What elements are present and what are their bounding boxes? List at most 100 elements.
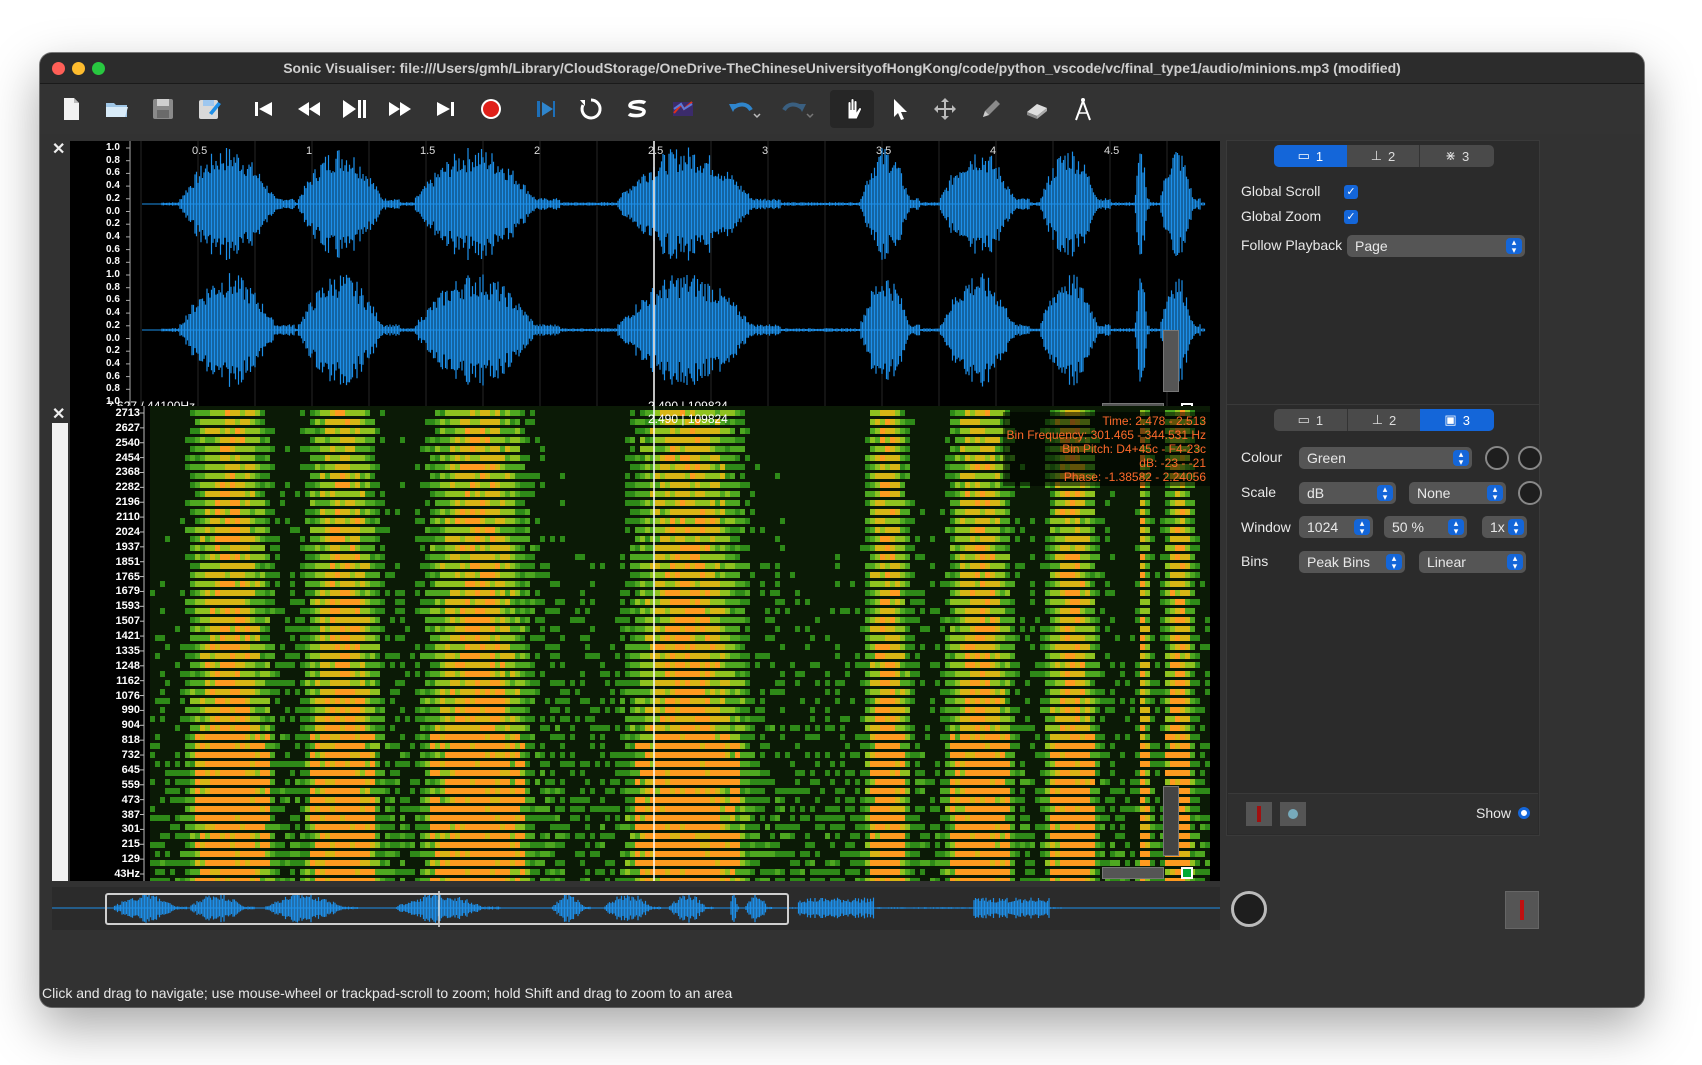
minimize-window-button[interactable] xyxy=(72,62,85,75)
ruler-tab-icon: ⊥ xyxy=(1371,412,1384,427)
tab-2[interactable]: ⊥ 2 xyxy=(1348,409,1421,431)
gain-knob[interactable] xyxy=(1518,481,1542,505)
layer-footer: Show xyxy=(1228,793,1538,834)
frequency-tick-label: 2454 xyxy=(115,451,140,464)
time-tick-label: 0.5 xyxy=(192,145,208,157)
save-button[interactable] xyxy=(144,90,182,128)
colour-rotation-knob[interactable] xyxy=(1485,446,1509,470)
play-pause-button[interactable] xyxy=(335,90,373,128)
tab-2[interactable]: ⊥ 2 xyxy=(1347,145,1421,167)
frequency-tick-label: 732 xyxy=(121,749,140,762)
rewind-button[interactable] xyxy=(290,90,328,128)
rewind-start-button[interactable] xyxy=(245,90,283,128)
waveform-vertical-zoom[interactable] xyxy=(1163,330,1179,392)
spectrogram-cursor-label: 2.490 | 109824 xyxy=(648,412,728,426)
solo-button[interactable] xyxy=(618,90,656,128)
time-tick-label: 4 xyxy=(990,145,997,157)
follow-playback-select[interactable]: Page ▴ ▾ xyxy=(1347,235,1525,257)
tab-1[interactable]: ▭ 1 xyxy=(1274,409,1348,431)
zoom-window-button[interactable] xyxy=(92,62,105,75)
time-tick-label: 3.5 xyxy=(876,145,892,157)
global-zoom-checkbox[interactable]: ✓ xyxy=(1344,210,1358,224)
close-window-button[interactable] xyxy=(52,62,65,75)
align-button[interactable] xyxy=(664,90,702,128)
move-tool-button[interactable] xyxy=(926,90,964,128)
normalization-select[interactable]: None ▴ ▾ xyxy=(1409,482,1506,504)
erase-tool-button[interactable] xyxy=(1018,90,1056,128)
amplitude-tick-label: 0.6 xyxy=(106,167,120,179)
eraser-icon xyxy=(1027,104,1047,119)
close-spectrogram-pane-button[interactable]: ✕ xyxy=(52,404,65,424)
layer-colour-icon[interactable] xyxy=(1246,802,1272,826)
wave-tab-icon: ⋇ xyxy=(1445,148,1456,163)
open-button[interactable] xyxy=(98,90,136,128)
frequency-tick-label: 1937 xyxy=(115,540,140,553)
spectrogram-horizontal-zoom[interactable] xyxy=(1102,867,1164,879)
amplitude-tick-label: 0.6 xyxy=(106,243,120,255)
align-icon xyxy=(673,101,693,116)
chevron-updown-icon: ▴ ▾ xyxy=(1448,519,1464,536)
scale-select[interactable]: dB ▴ ▾ xyxy=(1299,482,1396,504)
ffwd-end-button[interactable] xyxy=(426,90,464,128)
spectrogram-zoom-reset[interactable] xyxy=(1181,867,1193,879)
show-label: Show xyxy=(1476,805,1512,821)
window-size-select[interactable]: 1024 ▴ ▾ xyxy=(1299,516,1373,538)
redo-button[interactable] xyxy=(775,90,819,128)
colour-select[interactable]: Green ▴ ▾ xyxy=(1299,447,1472,469)
draw-tool-button[interactable] xyxy=(972,90,1010,128)
loop-button[interactable] xyxy=(572,90,610,128)
frequency-tick-label: 2110 xyxy=(116,511,140,524)
tab-3[interactable]: ▣ 3 xyxy=(1420,409,1494,431)
amplitude-tick-label: 0.4 xyxy=(106,357,120,369)
new-session-button[interactable] xyxy=(52,90,90,128)
tab-3[interactable]: ⋇ 3 xyxy=(1420,145,1494,167)
select-tool-button[interactable] xyxy=(880,90,918,128)
info-bin-frequency: Bin Frequency: 301.465 - 344.531 Hz xyxy=(1006,428,1206,442)
overview-pane[interactable] xyxy=(52,887,1220,930)
waveform-pane[interactable]: 1.0 0.8 0.6 0.4 0.2 0.0 0.2 0.4 0.6 0.8 1.0 0.8 0.6 0… xyxy=(70,141,1220,418)
threshold-knob[interactable] xyxy=(1518,446,1542,470)
bin-display-select[interactable]: Peak Bins ▴ ▾ xyxy=(1299,551,1405,573)
record-button[interactable] xyxy=(472,90,510,128)
show-layer-radio[interactable] xyxy=(1518,807,1530,819)
fast-forward-button[interactable] xyxy=(381,90,419,128)
play-selection-icon xyxy=(537,101,555,117)
frequency-tick-label: 2713 xyxy=(115,407,140,419)
save-as-icon xyxy=(199,100,221,119)
undo-button[interactable] xyxy=(722,90,766,128)
move-icon xyxy=(934,98,956,120)
tab-1[interactable]: ▭ 1 xyxy=(1274,145,1347,167)
measure-tool-button[interactable] xyxy=(1064,90,1102,128)
spectrogram-vertical-zoom[interactable] xyxy=(1163,786,1179,856)
amplitude-tick-label: 0.2 xyxy=(106,319,120,331)
layer-play-icon[interactable] xyxy=(1280,802,1306,826)
chevron-updown-icon: ▴ ▾ xyxy=(1506,238,1522,255)
amplitude-tick-label: 0.4 xyxy=(106,180,120,192)
playback-speed-knob[interactable] xyxy=(1231,891,1267,927)
amplitude-tick-label: 0.8 xyxy=(106,154,120,166)
global-scroll-checkbox[interactable]: ✓ xyxy=(1344,185,1358,199)
global-scroll-label: Global Scroll xyxy=(1241,183,1321,199)
overview-visible-region[interactable] xyxy=(105,893,789,925)
main-window: Sonic Visualiser: file:///Users/gmh/Libr… xyxy=(40,53,1644,1007)
window-overlap-select[interactable]: 50 % ▴ ▾ xyxy=(1384,516,1467,538)
play-selection-button[interactable] xyxy=(527,90,565,128)
amplitude-tick-label: 0.2 xyxy=(106,218,120,230)
fast-forward-icon xyxy=(389,102,411,116)
frequency-tick-label: 473 xyxy=(121,793,140,806)
amplitude-tick-label: 0.0 xyxy=(106,332,120,344)
frequency-scale-select[interactable]: Linear ▴ ▾ xyxy=(1419,551,1526,573)
waveform-canvas xyxy=(126,141,1206,418)
close-waveform-pane-button[interactable]: ✕ xyxy=(52,139,65,159)
save-as-button[interactable] xyxy=(190,90,228,128)
frequency-tick-label: 1765 xyxy=(115,570,140,583)
compass-icon xyxy=(1075,98,1091,121)
frequency-tick-label: 2196 xyxy=(115,496,140,509)
ruler-tab-icon: ⊥ xyxy=(1370,148,1383,163)
oversampling-select[interactable]: 1x ▴ ▾ xyxy=(1482,516,1527,538)
status-bar: Click and drag to navigate; use mouse-wh… xyxy=(40,979,1644,1007)
navigate-tool-button[interactable] xyxy=(830,90,874,128)
spectrogram-pane[interactable]: 2713 2627 2540 2454 2368 2282 2196 2110 2024 1937… xyxy=(70,406,1220,881)
bins-label: Bins xyxy=(1241,553,1269,569)
frequency-tick-label: 1162 xyxy=(116,674,140,687)
